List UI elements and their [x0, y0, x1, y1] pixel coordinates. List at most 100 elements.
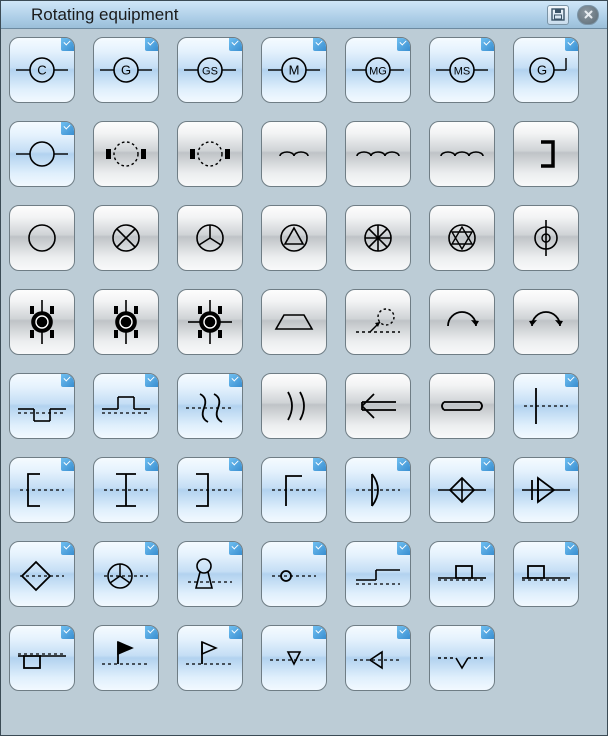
stencil-flag-tri-dash[interactable]	[93, 625, 159, 691]
stencil-bracket[interactable]	[513, 121, 579, 187]
stencil-tri-back[interactable]	[513, 457, 579, 523]
stencil-arrow-left-bar[interactable]	[345, 373, 411, 439]
stencil-t-dash[interactable]	[513, 373, 579, 439]
check-corner-icon	[481, 626, 494, 639]
check-corner-icon	[565, 458, 578, 471]
save-icon	[551, 8, 565, 21]
stencil-keyhole-dash[interactable]	[177, 541, 243, 607]
close-icon	[583, 9, 594, 20]
stencil-flag-tri-open-dash[interactable]	[177, 625, 243, 691]
check-corner-icon	[145, 626, 158, 639]
stencil-block-up-dash[interactable]	[429, 541, 495, 607]
stencil-panel: C G GS M MG MS G	[1, 29, 607, 735]
stencil-circle-tri-up[interactable]	[261, 205, 327, 271]
stencil-arc-two-arrows[interactable]	[513, 289, 579, 355]
stencil-l-step[interactable]	[261, 457, 327, 523]
stencil-block-lower-dash[interactable]	[9, 625, 75, 691]
svg-text:MS: MS	[454, 66, 471, 78]
stencil-notch-up[interactable]	[9, 373, 75, 439]
stencil-curly-pair-dash[interactable]	[177, 373, 243, 439]
check-corner-icon	[229, 626, 242, 639]
svg-text:MG: MG	[369, 66, 387, 78]
check-corner-icon	[481, 458, 494, 471]
check-corner-icon	[565, 374, 578, 387]
stencil-paren-pair[interactable]	[261, 373, 327, 439]
stencil-rhombus-dash[interactable]	[9, 541, 75, 607]
check-corner-icon	[397, 458, 410, 471]
svg-text:G: G	[537, 63, 547, 78]
check-corner-icon	[61, 542, 74, 555]
stencil-tri-left-dash[interactable]	[345, 625, 411, 691]
check-corner-icon	[565, 542, 578, 555]
stencil-wound-2[interactable]	[93, 289, 159, 355]
stencil-lens-dash[interactable]	[345, 457, 411, 523]
stencil-vee-dash[interactable]	[429, 625, 495, 691]
check-corner-icon	[229, 38, 242, 51]
check-corner-icon	[397, 626, 410, 639]
panel-window: Rotating equipment C G GS M MG MS G	[0, 0, 608, 736]
stencil-circle[interactable]	[9, 205, 75, 271]
stencil-circle-plain[interactable]	[9, 121, 75, 187]
svg-text:GS: GS	[202, 66, 218, 78]
stencil-arcs-3b[interactable]	[429, 121, 495, 187]
stencil-circle-tri[interactable]	[177, 205, 243, 271]
stencil-motor-generator-mg[interactable]: MG	[345, 37, 411, 103]
check-corner-icon	[313, 38, 326, 51]
stencil-grid: C G GS M MG MS G	[9, 37, 599, 709]
stencil-step-dash[interactable]	[345, 541, 411, 607]
stencil-wound-1[interactable]	[9, 289, 75, 355]
titlebar: Rotating equipment	[1, 1, 607, 29]
stencil-i-beam[interactable]	[93, 457, 159, 523]
check-corner-icon	[313, 542, 326, 555]
stencil-circle-star[interactable]	[429, 205, 495, 271]
check-corner-icon	[229, 458, 242, 471]
stencil-block-left-dash[interactable]	[513, 541, 579, 607]
stencil-arc-arrow[interactable]	[429, 289, 495, 355]
stencil-generator-g-alt[interactable]: G	[513, 37, 579, 103]
stencil-tri-down-dash[interactable]	[261, 625, 327, 691]
stencil-circle-thru[interactable]	[513, 205, 579, 271]
svg-text:G: G	[121, 63, 131, 78]
check-corner-icon	[145, 374, 158, 387]
svg-text:M: M	[289, 63, 300, 78]
check-corner-icon	[313, 458, 326, 471]
check-corner-icon	[565, 38, 578, 51]
check-corner-icon	[397, 542, 410, 555]
save-button[interactable]	[547, 5, 569, 25]
stencil-eq-bars[interactable]	[429, 373, 495, 439]
check-corner-icon	[61, 458, 74, 471]
close-button[interactable]	[577, 5, 599, 25]
stencil-wound-3[interactable]	[177, 289, 243, 355]
check-corner-icon	[229, 542, 242, 555]
stencil-generator-g[interactable]: G	[93, 37, 159, 103]
stencil-diamond-dash[interactable]	[429, 457, 495, 523]
stencil-dot-dash[interactable]	[261, 541, 327, 607]
stencil-circle-x[interactable]	[93, 205, 159, 271]
check-corner-icon	[145, 38, 158, 51]
check-corner-icon	[61, 38, 74, 51]
stencil-bracket-open[interactable]	[9, 457, 75, 523]
stencil-bracket-close[interactable]	[177, 457, 243, 523]
check-corner-icon	[481, 38, 494, 51]
stencil-arcs-2[interactable]	[261, 121, 327, 187]
check-corner-icon	[229, 374, 242, 387]
svg-text:C: C	[37, 63, 46, 78]
check-corner-icon	[61, 122, 74, 135]
stencil-motor-m[interactable]: M	[261, 37, 327, 103]
stencil-arcs-3[interactable]	[345, 121, 411, 187]
stencil-converter-c[interactable]: C	[9, 37, 75, 103]
stencil-wheel-dash[interactable]	[93, 541, 159, 607]
stencil-dashed-blocks-1[interactable]	[93, 121, 159, 187]
check-corner-icon	[61, 374, 74, 387]
stencil-generator-sync-gs[interactable]: GS	[177, 37, 243, 103]
stencil-circle-spokes[interactable]	[345, 205, 411, 271]
check-corner-icon	[313, 626, 326, 639]
check-corner-icon	[481, 542, 494, 555]
stencil-trapezoid[interactable]	[261, 289, 327, 355]
check-corner-icon	[145, 542, 158, 555]
stencil-dashed-blocks-2[interactable]	[177, 121, 243, 187]
stencil-notch-down[interactable]	[93, 373, 159, 439]
stencil-motor-sync-ms[interactable]: MS	[429, 37, 495, 103]
stencil-dashed-arrow-circle[interactable]	[345, 289, 411, 355]
window-title: Rotating equipment	[31, 5, 539, 25]
